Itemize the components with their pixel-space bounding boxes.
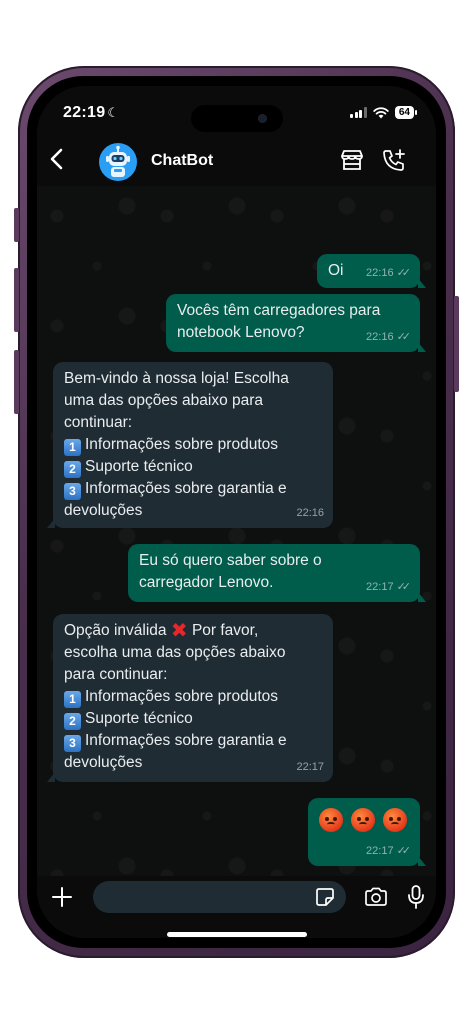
message-incoming[interactable]: Bem-vindo à nossa loja! Escolha uma das … bbox=[47, 362, 333, 528]
emoji-row bbox=[319, 804, 410, 839]
message-time: 22:16 bbox=[366, 267, 394, 279]
option-line: 3 Informações sobre garantia e bbox=[64, 478, 323, 500]
keycap-2-icon: 2 bbox=[64, 713, 81, 730]
message-meta: 22:16 ✓✓ bbox=[366, 326, 411, 348]
message-line: Vocês têm carregadores para bbox=[177, 302, 381, 319]
moon-icon: ☾ bbox=[107, 105, 120, 120]
keycap-2-icon: 2 bbox=[64, 461, 81, 478]
status-bar: 22:19 ☾ 64 bbox=[37, 86, 436, 134]
double-check-icon: ✓✓ bbox=[396, 845, 412, 857]
message-time: 22:17 bbox=[296, 761, 324, 773]
message-meta: 22:17 ✓✓ bbox=[366, 576, 411, 598]
message-meta: 22:16 bbox=[296, 502, 324, 524]
message-line: devoluções bbox=[64, 502, 143, 519]
message-outgoing[interactable]: Oi 22:16 ✓✓ bbox=[317, 254, 426, 288]
keycap-3-icon: 3 bbox=[64, 483, 81, 500]
dynamic-island bbox=[191, 105, 283, 132]
option-label: Suporte técnico bbox=[85, 458, 193, 475]
camera-icon[interactable] bbox=[364, 887, 388, 907]
store-icon[interactable] bbox=[339, 148, 365, 172]
message-time: 22:17 bbox=[366, 581, 394, 593]
power-button bbox=[454, 296, 459, 392]
message-text: Por favor, bbox=[191, 622, 259, 639]
message-line: Eu só quero saber sobre o bbox=[139, 552, 322, 569]
message-line: uma das opções abaixo para bbox=[64, 392, 264, 409]
sticker-icon[interactable] bbox=[315, 887, 335, 907]
option-line: 2 Suporte técnico bbox=[64, 456, 323, 478]
message-outgoing[interactable]: Vocês têm carregadores para notebook Len… bbox=[166, 294, 426, 352]
option-line: 1 Informações sobre produtos bbox=[64, 434, 323, 456]
angry-face-icon bbox=[383, 808, 407, 832]
double-check-icon: ✓✓ bbox=[396, 581, 412, 593]
contact-name[interactable]: ChatBot bbox=[151, 152, 213, 170]
front-camera bbox=[258, 114, 267, 123]
screen-bezel: 22:19 ☾ 64 ChatBot Oi 22:16 ✓✓ Vocês têm… bbox=[27, 76, 446, 948]
message-incoming[interactable]: Opção inválida ✖ Por favor, escolha uma … bbox=[47, 614, 333, 782]
option-line: 3 Informações sobre garantia e bbox=[64, 730, 323, 752]
screen: 22:19 ☾ 64 ChatBot Oi 22:16 ✓✓ Vocês têm… bbox=[37, 86, 436, 938]
angry-face-icon bbox=[351, 808, 375, 832]
message-time: 22:17 bbox=[366, 845, 394, 857]
option-label: Informações sobre garantia e bbox=[85, 480, 287, 497]
microphone-icon[interactable] bbox=[407, 884, 425, 910]
home-indicator[interactable] bbox=[167, 932, 307, 937]
message-time: 22:16 bbox=[296, 507, 324, 519]
double-check-icon: ✓✓ bbox=[396, 267, 412, 279]
message-meta: 22:16 ✓✓ bbox=[366, 262, 411, 284]
message-list[interactable]: Oi 22:16 ✓✓ Vocês têm carregadores para n… bbox=[37, 186, 436, 876]
volume-up-button bbox=[14, 268, 19, 332]
status-time-text: 22:19 bbox=[63, 104, 106, 121]
message-text: Oi bbox=[328, 262, 344, 279]
option-line: 2 Suporte técnico bbox=[64, 708, 323, 730]
message-text: Opção inválida bbox=[64, 622, 167, 639]
message-input[interactable] bbox=[93, 881, 346, 913]
plus-icon[interactable] bbox=[51, 886, 73, 908]
message-meta: 22:17 ✓✓ bbox=[366, 840, 411, 862]
message-outgoing[interactable]: 22:17 ✓✓ bbox=[308, 798, 426, 866]
message-line: Opção inválida ✖ Por favor, bbox=[64, 620, 323, 642]
double-check-icon: ✓✓ bbox=[396, 331, 412, 343]
message-line: continuar: bbox=[64, 414, 133, 431]
angry-face-icon bbox=[319, 808, 343, 832]
message-line: escolha uma das opções abaixo bbox=[64, 644, 286, 661]
message-line: Bem-vindo à nossa loja! Escolha bbox=[64, 370, 289, 387]
add-call-icon[interactable] bbox=[381, 148, 407, 172]
battery-indicator: 64 bbox=[394, 106, 418, 119]
keycap-3-icon: 3 bbox=[64, 735, 81, 752]
avatar[interactable] bbox=[99, 143, 137, 181]
message-line: para continuar: bbox=[64, 666, 168, 683]
status-time: 22:19 ☾ bbox=[63, 104, 119, 122]
status-icons: 64 bbox=[350, 106, 418, 119]
message-line: devoluções bbox=[64, 754, 143, 771]
message-outgoing[interactable]: Eu só quero saber sobre o carregador Len… bbox=[128, 544, 426, 602]
option-line: 1 Informações sobre produtos bbox=[64, 686, 323, 708]
option-label: Informações sobre produtos bbox=[85, 436, 278, 453]
chat-header: ChatBot bbox=[37, 134, 436, 186]
action-button bbox=[14, 208, 19, 242]
composer-bar bbox=[37, 876, 436, 938]
message-meta: 22:17 bbox=[296, 756, 324, 778]
option-label: Informações sobre garantia e bbox=[85, 732, 287, 749]
robot-icon bbox=[106, 145, 130, 177]
volume-down-button bbox=[14, 350, 19, 414]
option-label: Informações sobre produtos bbox=[85, 688, 278, 705]
option-label: Suporte técnico bbox=[85, 710, 193, 727]
cross-mark-icon: ✖ bbox=[170, 620, 188, 642]
message-time: 22:16 bbox=[366, 331, 394, 343]
keycap-1-icon: 1 bbox=[64, 691, 81, 708]
wifi-icon bbox=[373, 106, 389, 118]
keycap-1-icon: 1 bbox=[64, 439, 81, 456]
back-arrow-icon[interactable] bbox=[47, 146, 69, 172]
cellular-signal-icon bbox=[350, 107, 367, 118]
